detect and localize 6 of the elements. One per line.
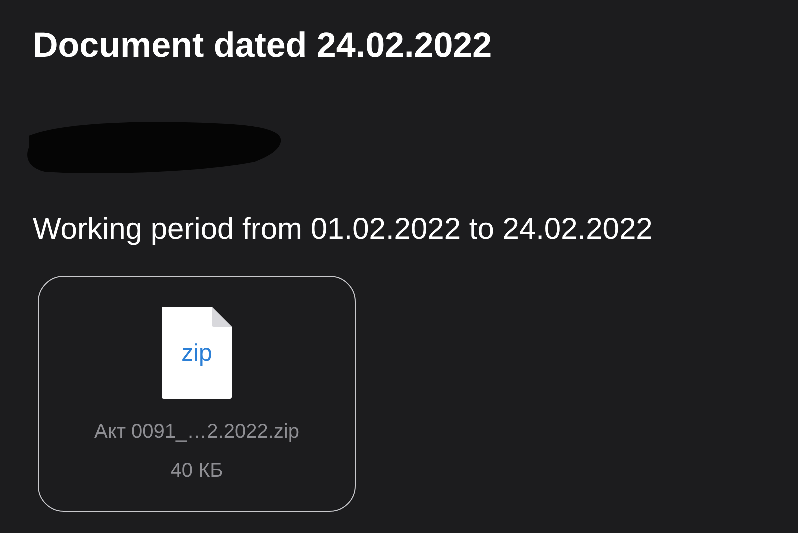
working-period-text: Working period from 01.02.2022 to 24.02.2022 (33, 212, 653, 248)
zip-file-icon: zip (162, 307, 232, 399)
attachment-card[interactable]: zip Акт 0091_…2.2022.zip 40 КБ (38, 276, 356, 512)
file-name: Акт 0091_…2.2022.zip (94, 421, 300, 444)
file-size: 40 КБ (170, 460, 224, 483)
document-title: Document dated 24.02.2022 (33, 25, 492, 67)
